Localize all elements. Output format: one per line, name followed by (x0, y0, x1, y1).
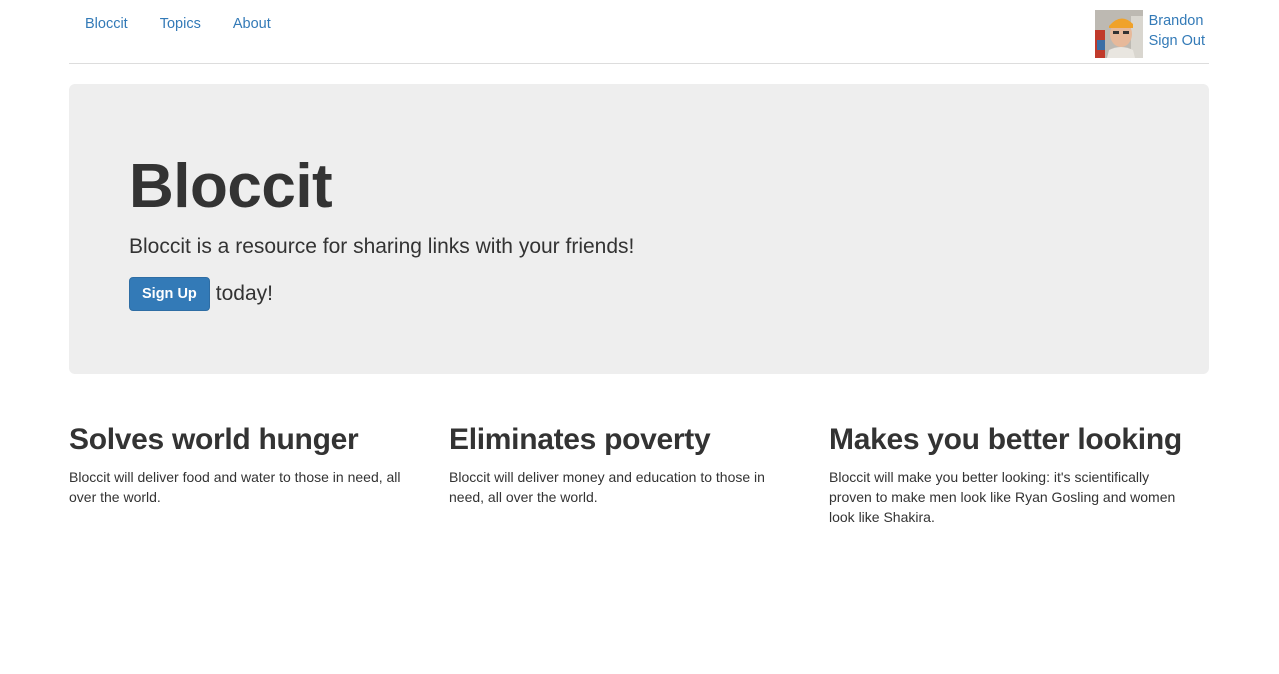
nav-link-about[interactable]: About (217, 12, 287, 36)
features-row: Solves world hunger Bloccit will deliver… (69, 420, 1209, 527)
feature-column: Makes you better looking Bloccit will ma… (829, 420, 1209, 527)
nav-links: Bloccit Topics About (69, 12, 287, 36)
signup-row: Sign Up today! (129, 277, 1149, 311)
feature-text: Bloccit will deliver food and water to t… (69, 469, 401, 505)
user-menu: Brandon Sign Out (1094, 10, 1209, 58)
feature-column: Eliminates poverty Bloccit will deliver … (449, 420, 829, 527)
feature-title: Solves world hunger (69, 423, 359, 456)
jumbotron: Bloccit Bloccit is a resource for sharin… (69, 84, 1209, 374)
user-links: Brandon Sign Out (1149, 11, 1209, 51)
feature-title: Eliminates poverty (449, 423, 711, 456)
jumbotron-lead: Bloccit is a resource for sharing links … (129, 235, 635, 258)
feature-column: Solves world hunger Bloccit will deliver… (69, 420, 449, 527)
sign-up-button[interactable]: Sign Up (129, 277, 210, 311)
user-avatar-icon (1094, 10, 1143, 58)
feature-title: Makes you better looking (829, 423, 1182, 456)
signup-suffix-text: today! (215, 282, 273, 305)
nav-link-topics[interactable]: Topics (144, 12, 217, 36)
sign-out-link[interactable]: Sign Out (1149, 31, 1209, 51)
page-container: Bloccit Topics About Brandon Sign Out Bl… (69, 0, 1209, 525)
top-navbar: Bloccit Topics About Brandon Sign Out (69, 0, 1209, 64)
avatar[interactable] (1094, 10, 1143, 58)
feature-text: Bloccit will deliver money and education… (449, 469, 765, 505)
user-profile-link[interactable]: Brandon (1149, 11, 1209, 31)
feature-text: Bloccit will make you better looking: it… (829, 469, 1176, 525)
nav-link-home[interactable]: Bloccit (69, 12, 144, 36)
page-title: Bloccit (129, 152, 333, 221)
